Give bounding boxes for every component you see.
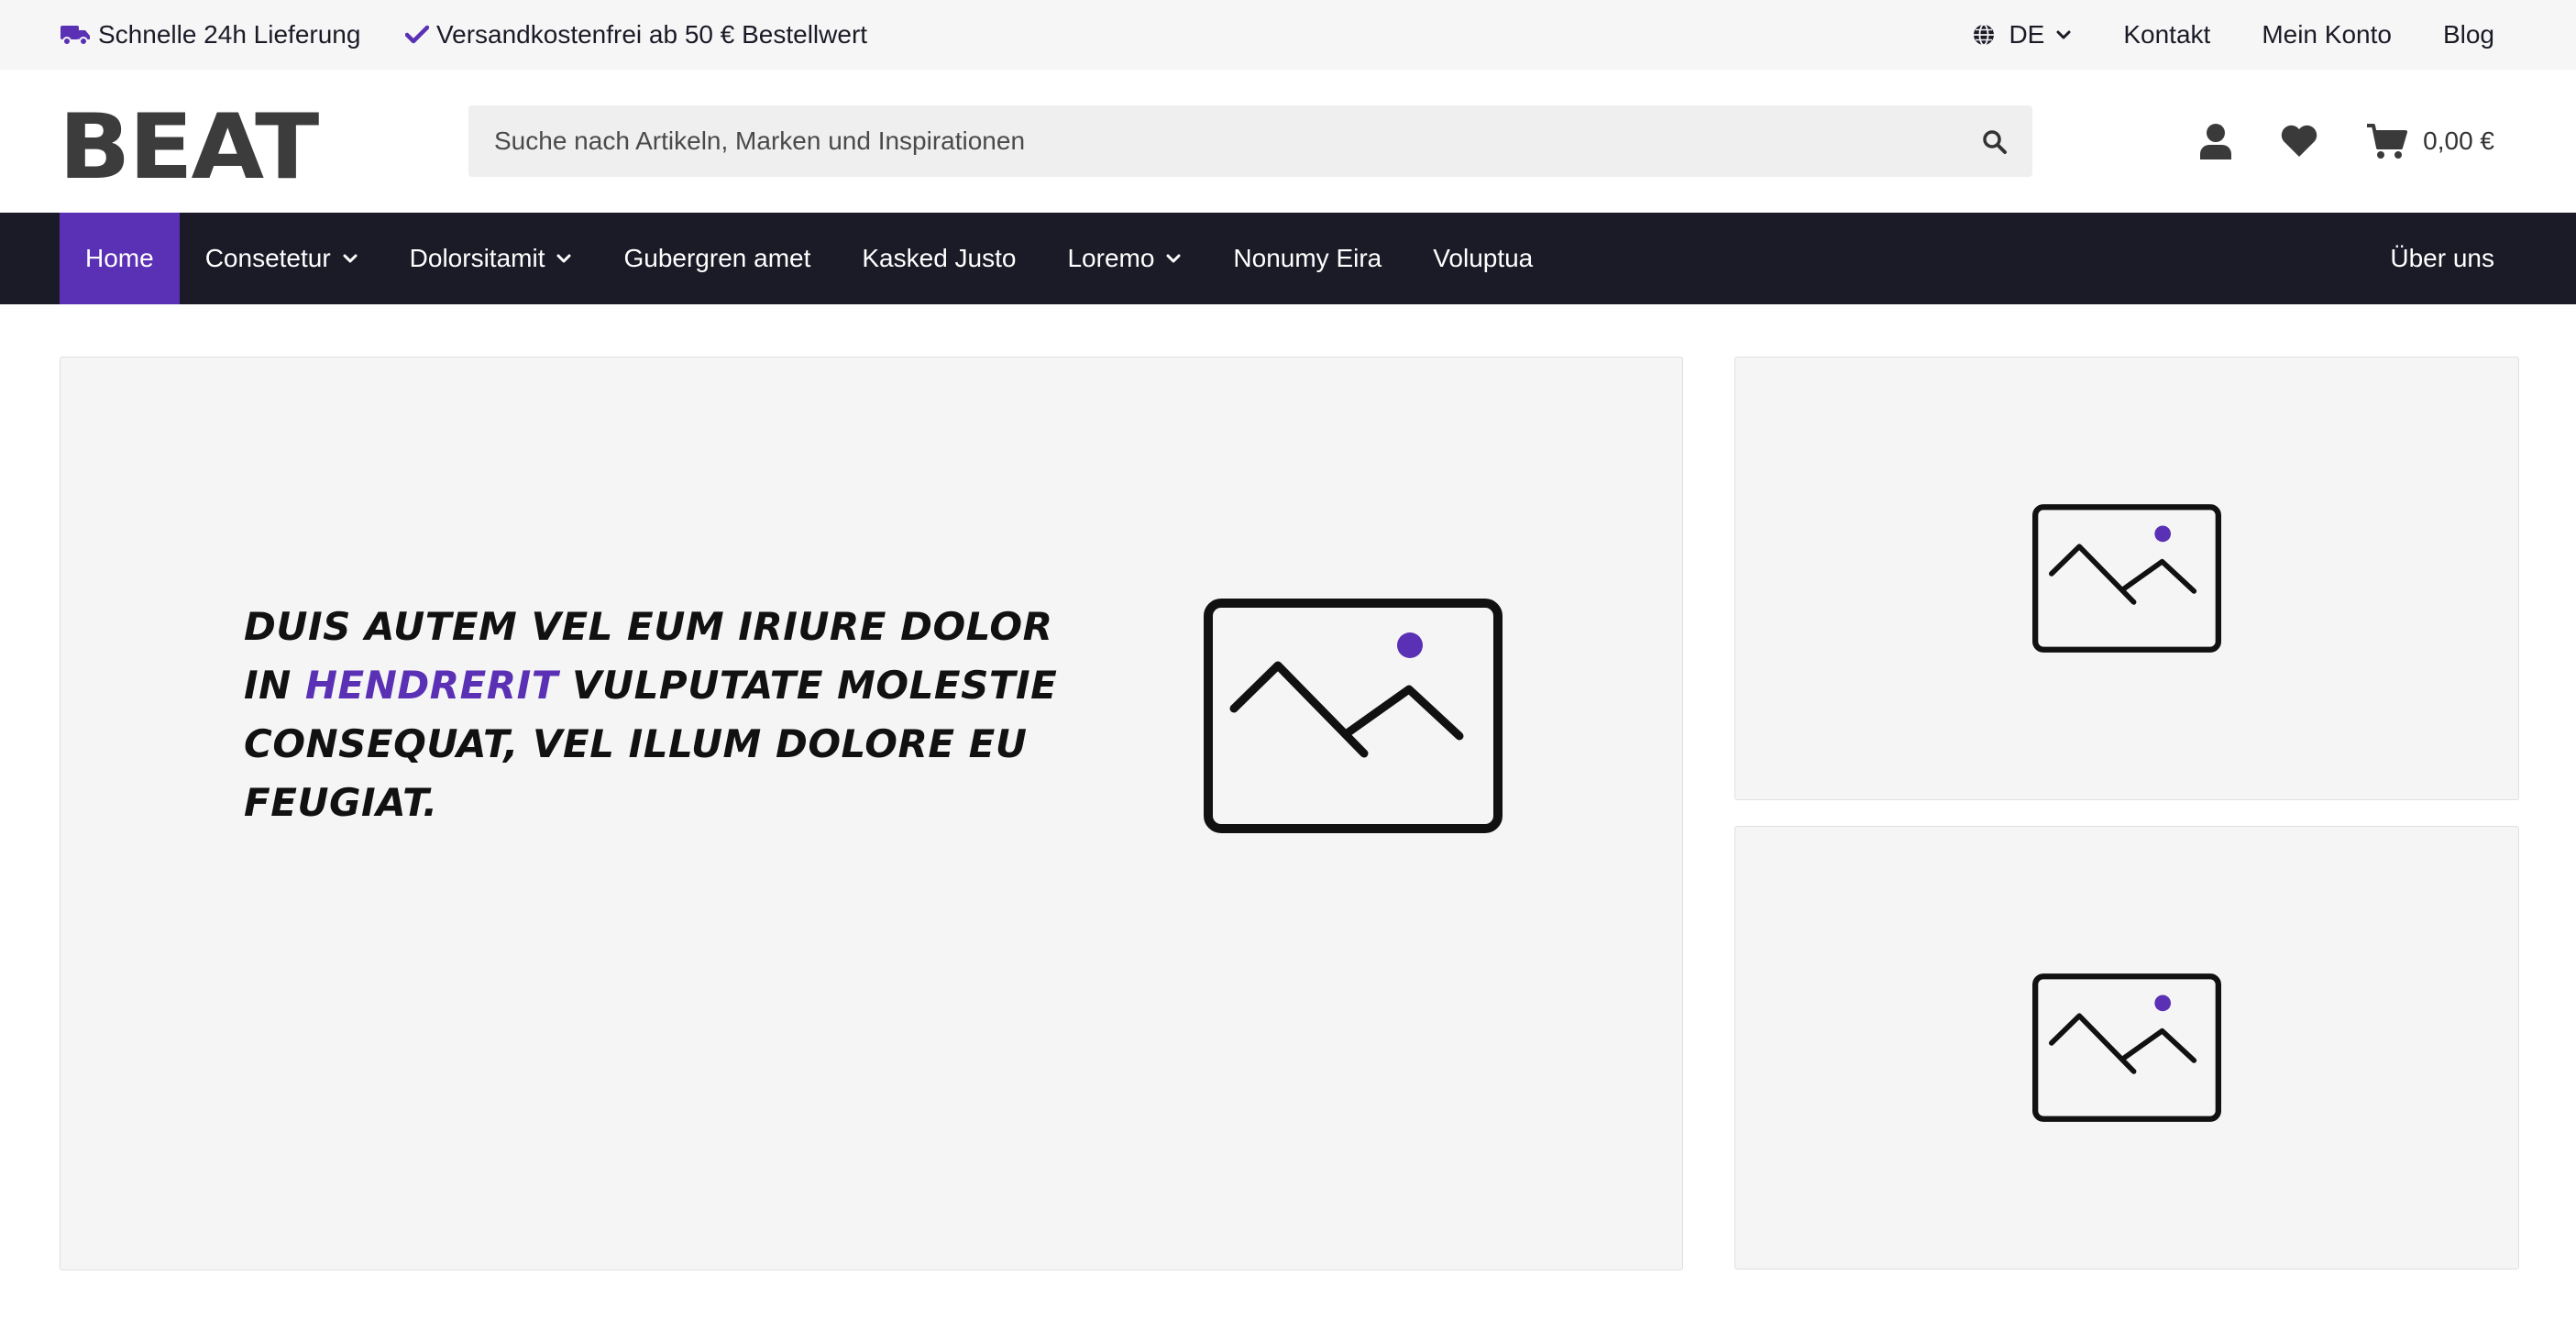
image-placeholder-icon [2032, 973, 2221, 1122]
nav-item-kasked-justo[interactable]: Kasked Justo [836, 213, 1041, 304]
top-bar: Schnelle 24h Lieferung Versandkostenfrei… [0, 0, 2576, 70]
nav-items: Home Consetetur Dolorsitamit Gubergren amet… [60, 213, 1558, 304]
chevron-down-icon [1166, 254, 1181, 263]
wishlist-button[interactable] [2280, 124, 2318, 159]
language-switcher[interactable]: DE [1972, 20, 2072, 49]
check-icon [405, 25, 429, 44]
heart-icon [2281, 125, 2317, 157]
link-kontakt[interactable]: Kontakt [2123, 20, 2210, 49]
usp-delivery-text: Schnelle 24h Lieferung [98, 20, 361, 49]
hero-banner[interactable]: DUIS AUTEM VEL EUM IRIURE DOLOR IN HENDR… [60, 357, 1683, 1270]
nav-item-gubergren-amet[interactable]: Gubergren amet [598, 213, 836, 304]
nav-item-label: Nonumy Eira [1233, 244, 1382, 272]
chevron-down-icon [343, 254, 358, 263]
nav-item-home[interactable]: Home [60, 213, 180, 304]
nav-item-label: Gubergren amet [623, 244, 811, 272]
link-blog[interactable]: Blog [2443, 20, 2494, 49]
image-placeholder-icon [2032, 504, 2221, 653]
search-input[interactable] [468, 105, 2032, 177]
nav-item-label: Voluptua [1433, 244, 1534, 272]
user-icon [2200, 124, 2232, 159]
truck-icon [61, 26, 90, 46]
search-bar [468, 105, 2032, 177]
nav-item-label: Kasked Justo [862, 244, 1017, 272]
cart-icon [2367, 124, 2408, 159]
globe-icon [1974, 24, 1995, 46]
nav-item-ueber-uns[interactable]: Über uns [2390, 213, 2494, 304]
header: BEAT 0,00 € [0, 70, 2576, 213]
language-label: DE [2009, 20, 2045, 49]
nav-item-voluptua[interactable]: Voluptua [1407, 213, 1558, 304]
hero-text-highlight: HENDRERIT [304, 663, 558, 708]
nav-item-label: Loremo [1067, 244, 1155, 272]
account-button[interactable] [2199, 123, 2232, 159]
usp-shipping: Versandkostenfrei ab 50 € Bestellwert [405, 0, 867, 70]
nav-item-loremo[interactable]: Loremo [1041, 213, 1207, 304]
chevron-down-icon [2056, 30, 2071, 39]
nav-item-dolorsitamit[interactable]: Dolorsitamit [384, 213, 599, 304]
logo[interactable]: BEAT [59, 103, 319, 192]
usp-shipping-text: Versandkostenfrei ab 50 € Bestellwert [436, 20, 868, 49]
nav-item-label: Home [85, 244, 154, 272]
top-links: DE Kontakt Mein Konto Blog [1972, 0, 2494, 70]
side-banner-bottom[interactable] [1734, 826, 2519, 1270]
side-banner-top[interactable] [1734, 357, 2519, 800]
image-placeholder-icon [1204, 599, 1503, 833]
cart-button[interactable]: 0,00 € [2366, 123, 2494, 159]
main-navigation: Home Consetetur Dolorsitamit Gubergren amet… [0, 213, 2576, 304]
usp-delivery: Schnelle 24h Lieferung [60, 0, 360, 70]
hero-headline: DUIS AUTEM VEL EUM IRIURE DOLOR IN HENDR… [244, 598, 1069, 832]
nav-item-nonumy-eira[interactable]: Nonumy Eira [1207, 213, 1407, 304]
link-mein-konto[interactable]: Mein Konto [2262, 20, 2392, 49]
chevron-down-icon [556, 254, 571, 263]
nav-item-label: Consetetur [204, 244, 331, 272]
nav-item-label: Dolorsitamit [409, 244, 545, 272]
header-actions: 0,00 € [2199, 70, 2494, 213]
search-icon[interactable] [1981, 128, 2009, 156]
cart-total: 0,00 € [2423, 126, 2494, 155]
nav-item-consetetur[interactable]: Consetetur [180, 213, 384, 304]
